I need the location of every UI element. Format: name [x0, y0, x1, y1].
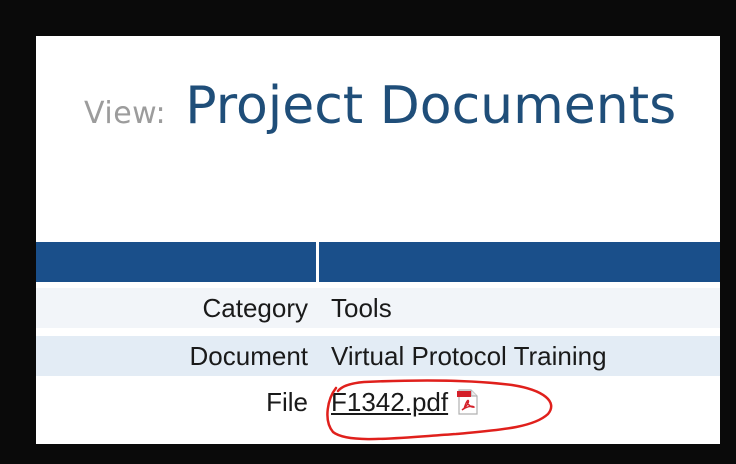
document-label: Document — [189, 341, 309, 371]
pdf-icon[interactable] — [456, 389, 480, 422]
document-value: Virtual Protocol Training — [331, 341, 607, 371]
page-title: Project Documents — [185, 76, 677, 136]
document-view-panel: View: Project Documents Category Tools D… — [36, 36, 720, 444]
screenshot-frame: View: Project Documents Category Tools D… — [0, 0, 736, 464]
category-label: Category — [202, 293, 309, 323]
detail-row-file: File F1342.pdf — [36, 382, 720, 422]
table-header-bar — [36, 242, 720, 282]
file-value: F1342.pdf — [331, 387, 480, 422]
detail-row-document: Document Virtual Protocol Training — [36, 336, 720, 376]
view-label: View: — [84, 96, 167, 131]
file-download-link[interactable]: F1342.pdf — [331, 387, 448, 417]
detail-row-category: Category Tools — [36, 288, 720, 328]
category-value: Tools — [331, 293, 392, 323]
header-divider — [316, 242, 319, 282]
page-header: View: Project Documents — [84, 76, 676, 136]
file-label: File — [266, 387, 308, 417]
